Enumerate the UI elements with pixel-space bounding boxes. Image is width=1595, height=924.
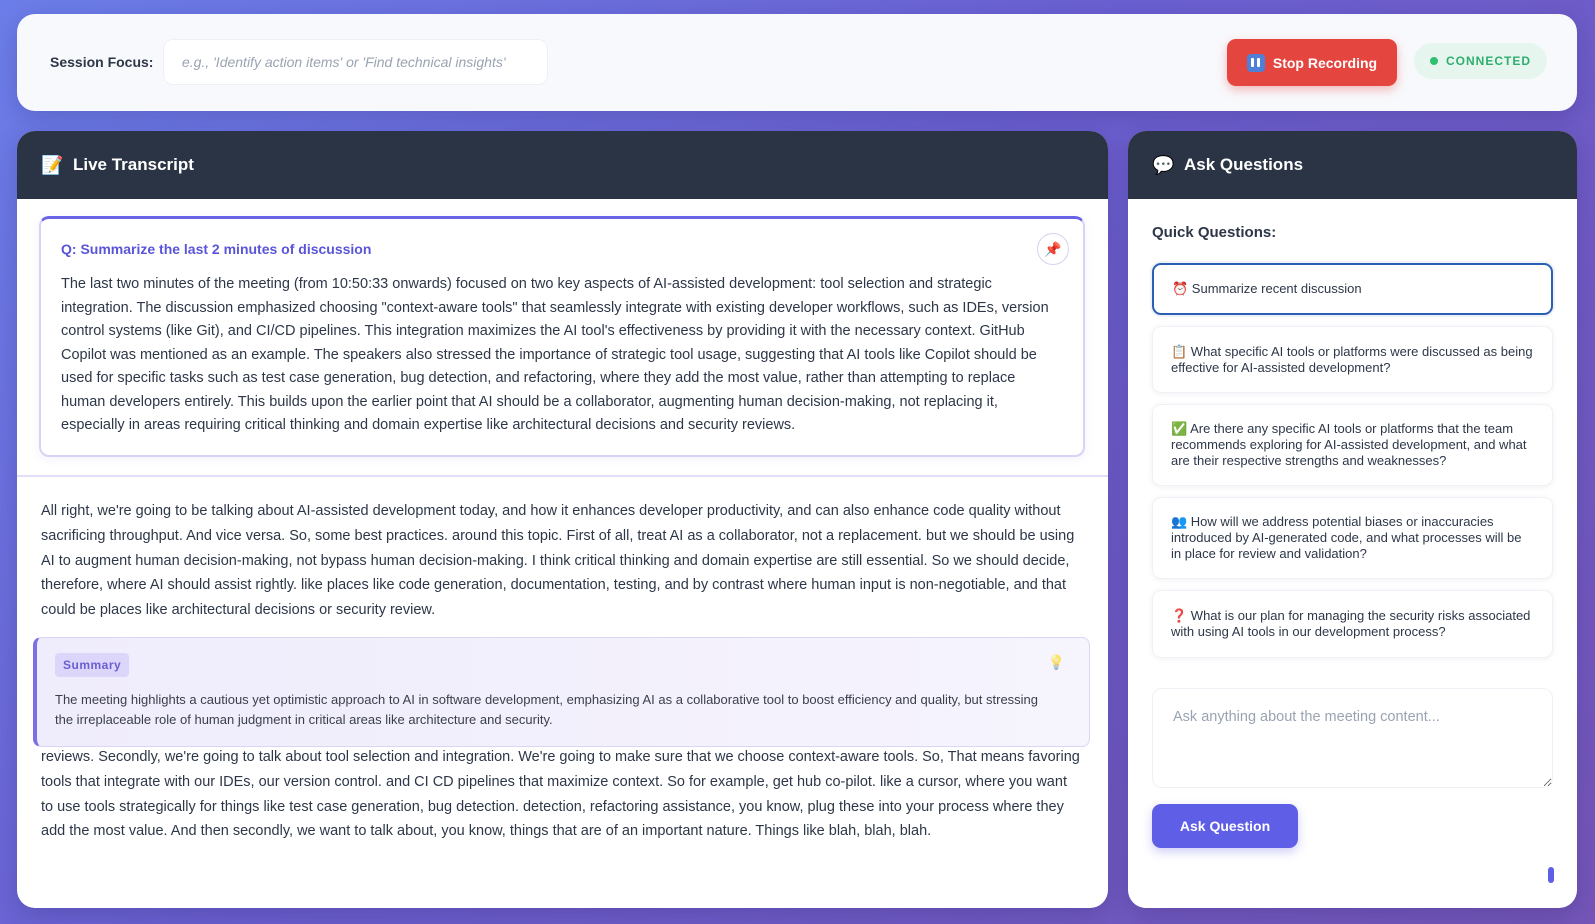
session-toolbar: Session Focus: Stop Recording CONNECTED	[17, 14, 1577, 111]
memo-icon: 📝	[41, 154, 64, 175]
transcript-title: Live Transcript	[73, 155, 194, 174]
questions-header: 💬 Ask Questions	[1128, 131, 1577, 199]
stop-recording-label: Stop Recording	[1272, 54, 1378, 71]
pin-answer-button[interactable]: 📌	[1037, 233, 1069, 265]
summary-text: The meeting highlights a cautious yet op…	[55, 692, 1039, 727]
qa-answer-text: The last two minutes of the meeting (fro…	[61, 276, 1049, 433]
connection-status-text: CONNECTED	[1446, 54, 1532, 68]
speech-bubble-icon: 💬	[1152, 154, 1175, 175]
questions-title: Ask Questions	[1184, 155, 1304, 174]
quick-question-button[interactable]: ⏰ Summarize recent discussion	[1152, 263, 1553, 315]
quick-question-button[interactable]: ❓ What is our plan for managing the secu…	[1152, 590, 1553, 658]
lightbulb-icon: 💡	[1047, 654, 1065, 670]
quick-question-button[interactable]: ✅ Are there any specific AI tools or pla…	[1152, 404, 1553, 486]
session-focus-label: Session Focus:	[50, 54, 154, 70]
summary-tag: Summary	[55, 653, 130, 677]
quick-question-button[interactable]: 📋 What specific AI tools or platforms we…	[1152, 326, 1553, 393]
pause-icon	[1246, 53, 1265, 72]
summary-box: Summary 💡 The meeting highlights a cauti…	[33, 637, 1090, 747]
ask-questions-panel: 💬 Ask Questions Quick Questions: ⏰ Summa…	[1128, 131, 1577, 908]
qa-question: Q: Summarize the last 2 minutes of discu…	[61, 241, 372, 257]
quick-questions-label: Quick Questions:	[1152, 224, 1277, 241]
qa-divider	[17, 475, 1108, 477]
connection-status-badge: CONNECTED	[1414, 43, 1548, 79]
transcript-header: 📝 Live Transcript	[17, 131, 1108, 199]
pushpin-icon: 📌	[1044, 240, 1062, 257]
ask-question-button[interactable]: Ask Question	[1152, 804, 1298, 848]
transcript-segment: reviews. Secondly, we're going to talk a…	[41, 749, 1080, 840]
qa-answer-card: Q: Summarize the last 2 minutes of discu…	[39, 216, 1085, 457]
transcript-segment: All right, we're going to be talking abo…	[41, 503, 1075, 619]
ask-question-input[interactable]	[1152, 688, 1553, 788]
scrollbar-thumb[interactable]	[1548, 867, 1554, 883]
status-dot-icon	[1430, 57, 1438, 65]
session-focus-input[interactable]	[163, 39, 548, 85]
stop-recording-button[interactable]: Stop Recording	[1227, 39, 1397, 86]
quick-question-button[interactable]: 👥 How will we address potential biases o…	[1152, 497, 1553, 579]
live-transcript-panel: 📝 Live Transcript Q: Summarize the last …	[17, 131, 1108, 908]
